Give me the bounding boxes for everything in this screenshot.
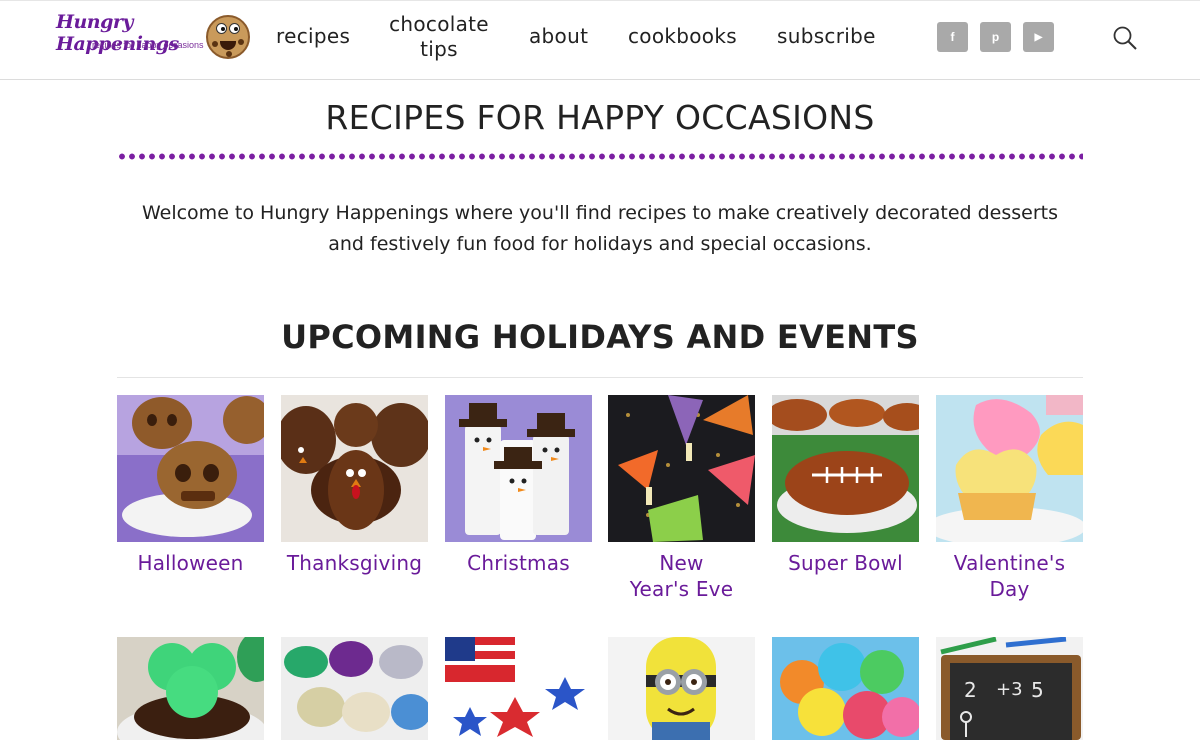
section-divider xyxy=(117,377,1083,378)
thanksgiving-image xyxy=(281,395,428,542)
svg-text:+3: +3 xyxy=(996,679,1023,700)
nav-recipes[interactable]: recipes xyxy=(276,24,350,49)
svg-text:5: 5 xyxy=(1031,678,1044,702)
pinterest-icon[interactable]: p xyxy=(980,22,1011,52)
christmas-image xyxy=(445,395,592,542)
chalkboard-treat-image: 2 +3 5 xyxy=(936,637,1083,740)
section-heading: UPCOMING HOLIDAYS AND EVENTS xyxy=(281,318,919,356)
shamrock-treat-image xyxy=(117,637,264,740)
site-logo[interactable]: Hungry Happenings recipes for happy occa… xyxy=(56,11,256,63)
event-label-line1: Christmas xyxy=(467,551,570,575)
balloon-treats-image xyxy=(772,637,919,740)
nav-chocolate-tips-line1: chocolate xyxy=(389,12,489,36)
new-years-eve-image xyxy=(608,395,755,542)
facebook-icon[interactable]: f xyxy=(937,22,968,52)
super-bowl-image xyxy=(772,395,919,542)
event-label-line2: Year's Eve xyxy=(629,577,734,601)
intro-text: Welcome to Hungry Happenings where you'l… xyxy=(100,198,1100,260)
valentines-day-image xyxy=(936,395,1083,542)
page-title: RECIPES FOR HAPPY OCCASIONS xyxy=(325,98,875,137)
youtube-icon[interactable]: ▶ xyxy=(1023,22,1054,52)
dotted-divider xyxy=(117,153,1083,160)
event-label-line1: Super Bowl xyxy=(788,551,903,575)
nav-about[interactable]: about xyxy=(529,24,588,49)
event-label-line2: Day xyxy=(989,577,1030,601)
search-icon[interactable] xyxy=(1112,25,1138,51)
event-label-line1: Valentine's xyxy=(953,551,1066,575)
event-label: Christmas xyxy=(435,550,602,576)
event-label-line1: Thanksgiving xyxy=(286,551,423,575)
nav-chocolate-tips-line2: tips xyxy=(420,37,458,61)
event-label: Halloween xyxy=(107,550,274,576)
cookie-mascot-icon xyxy=(206,15,250,59)
easter-eggs-image xyxy=(281,637,428,740)
intro-line-1: Welcome to Hungry Happenings where you'l… xyxy=(141,202,1059,224)
nav-chocolate-tips[interactable]: chocolate tips xyxy=(386,12,492,62)
event-label-line1: Halloween xyxy=(137,551,244,575)
event-label: New Year's Eve xyxy=(598,550,765,602)
event-label: Super Bowl xyxy=(762,550,929,576)
halloween-image xyxy=(117,395,264,542)
event-label-line1: New xyxy=(659,551,704,575)
logo-tagline: recipes for happy occasions xyxy=(92,40,204,50)
svg-text:2: 2 xyxy=(964,678,977,702)
event-label: Valentine's Day xyxy=(926,550,1093,602)
patriotic-candy-image xyxy=(445,637,592,740)
intro-line-2: and festively fun food for holidays and … xyxy=(328,233,872,255)
minion-treat-image xyxy=(608,637,755,740)
nav-subscribe[interactable]: subscribe xyxy=(777,24,876,49)
nav-cookbooks[interactable]: cookbooks xyxy=(628,24,737,49)
event-label: Thanksgiving xyxy=(271,550,438,576)
site-header: Hungry Happenings recipes for happy occa… xyxy=(0,0,1200,80)
